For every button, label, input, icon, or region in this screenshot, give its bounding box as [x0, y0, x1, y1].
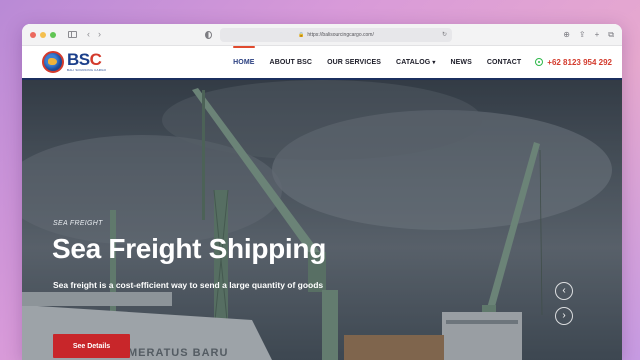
nav-about-bsc[interactable]: ABOUT BSC	[270, 59, 313, 66]
sidebar-toggle-icon[interactable]	[68, 31, 77, 38]
privacy-shield-icon[interactable]	[205, 31, 212, 39]
see-details-button[interactable]: See Details	[53, 334, 130, 358]
close-window-button[interactable]	[30, 31, 36, 38]
browser-window: ‹ › 🔒 https://balisourcingcargo.com/ ↻ ⊕…	[22, 24, 622, 360]
logo-text-bs: BS	[67, 50, 90, 69]
whatsapp-phone-link[interactable]: +62 8123 954 292	[535, 58, 612, 67]
back-icon[interactable]: ‹	[87, 30, 90, 39]
forward-icon[interactable]: ›	[98, 30, 101, 39]
slider-prev-button[interactable]: ‹	[555, 282, 573, 300]
logo-text-c: C	[89, 50, 102, 69]
share-icon[interactable]: ⇪	[579, 30, 586, 39]
nav-catalog-label: CATALOG	[396, 58, 431, 66]
main-nav: HOME ABOUT BSC OUR SERVICES CATALOG ▾ NEW…	[218, 45, 612, 67]
site-logo[interactable]: BSC BALI SOURCING CARGO	[42, 51, 106, 73]
nav-news[interactable]: NEWS	[450, 59, 471, 66]
chevron-right-icon: ›	[562, 310, 566, 321]
hero-slider: MERATUS BARU SEA FREIGHT Sea Freight Shi…	[22, 80, 622, 360]
window-controls	[30, 31, 56, 38]
download-icon[interactable]: ⊕	[563, 30, 570, 39]
globe-logo-icon	[42, 51, 64, 73]
nav-contact[interactable]: CONTACT	[487, 59, 521, 66]
hero-description: Sea freight is a cost-efficient way to s…	[53, 280, 324, 290]
whatsapp-icon	[535, 58, 544, 66]
browser-toolbar: ‹ › 🔒 https://balisourcingcargo.com/ ↻ ⊕…	[22, 24, 622, 46]
hero-title: Sea Freight Shipping	[52, 233, 327, 264]
phone-number: +62 8123 954 292	[547, 57, 612, 67]
logo-subtitle: BALI SOURCING CARGO	[67, 68, 107, 72]
zoom-window-button[interactable]	[50, 31, 56, 38]
chevron-left-icon: ‹	[562, 285, 566, 296]
lock-icon: 🔒	[298, 32, 305, 38]
url-text: https://balisourcingcargo.com/	[307, 32, 374, 38]
reload-icon[interactable]: ↻	[442, 31, 447, 38]
chevron-down-icon: ▾	[432, 59, 436, 66]
slider-next-button[interactable]: ›	[555, 307, 573, 325]
minimize-window-button[interactable]	[40, 31, 46, 38]
hero-background-image: MERATUS BARU	[22, 80, 622, 360]
address-bar[interactable]: 🔒 https://balisourcingcargo.com/ ↻	[220, 28, 452, 42]
nav-our-services[interactable]: OUR SERVICES	[327, 59, 381, 66]
nav-home[interactable]: HOME	[233, 45, 255, 66]
new-tab-icon[interactable]: +	[595, 30, 600, 39]
logo-main-text: BSC	[67, 50, 106, 69]
browser-actions: ⊕ ⇪ + ⧉	[563, 30, 614, 39]
site-header: BSC BALI SOURCING CARGO HOME ABOUT BSC O…	[22, 45, 622, 80]
hero-eyebrow: SEA FREIGHT	[53, 220, 103, 227]
logo-wordmark: BSC BALI SOURCING CARGO	[67, 50, 107, 72]
nav-catalog[interactable]: CATALOG ▾	[396, 59, 435, 66]
tab-overview-icon[interactable]: ⧉	[608, 30, 614, 39]
